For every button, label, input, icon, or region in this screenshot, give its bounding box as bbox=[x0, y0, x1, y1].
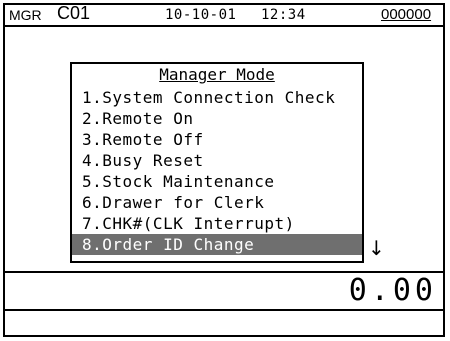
menu-item-remote-off[interactable]: 3.Remote Off bbox=[72, 129, 362, 150]
menu-item-drawer-for-clerk[interactable]: 6.Drawer for Clerk bbox=[72, 192, 362, 213]
consecutive-number: 000000 bbox=[381, 6, 432, 23]
menu-item-chk-clk-interrupt[interactable]: 7.CHK#(CLK Interrupt) bbox=[72, 213, 362, 234]
date-display: 10-10-01 bbox=[165, 7, 237, 23]
pos-display: MGR C01 10-10-01 12:34 000000 Manager Mo… bbox=[3, 3, 445, 337]
manager-mode-menu: Manager Mode 1.System Connection Check 2… bbox=[70, 62, 364, 263]
menu-item-system-connection-check[interactable]: 1.System Connection Check bbox=[72, 87, 362, 108]
clerk-indicator: C01 bbox=[57, 3, 91, 23]
menu-item-remote-on[interactable]: 2.Remote On bbox=[72, 108, 362, 129]
mode-indicator: MGR bbox=[9, 7, 42, 23]
menu-item-order-id-change[interactable]: 8.Order ID Change bbox=[72, 234, 362, 255]
menu-title: Manager Mode bbox=[159, 65, 275, 84]
divider bbox=[5, 309, 443, 311]
status-bar: MGR C01 10-10-01 12:34 000000 bbox=[5, 3, 443, 27]
menu-list: 1.System Connection Check 2.Remote On 3.… bbox=[72, 87, 362, 255]
time-display: 12:34 bbox=[261, 7, 306, 23]
scroll-down-arrow-icon[interactable]: ↓ bbox=[368, 237, 385, 259]
menu-item-stock-maintenance[interactable]: 5.Stock Maintenance bbox=[72, 171, 362, 192]
menu-item-busy-reset[interactable]: 4.Busy Reset bbox=[72, 150, 362, 171]
amount-display: 0.00 bbox=[348, 273, 437, 308]
